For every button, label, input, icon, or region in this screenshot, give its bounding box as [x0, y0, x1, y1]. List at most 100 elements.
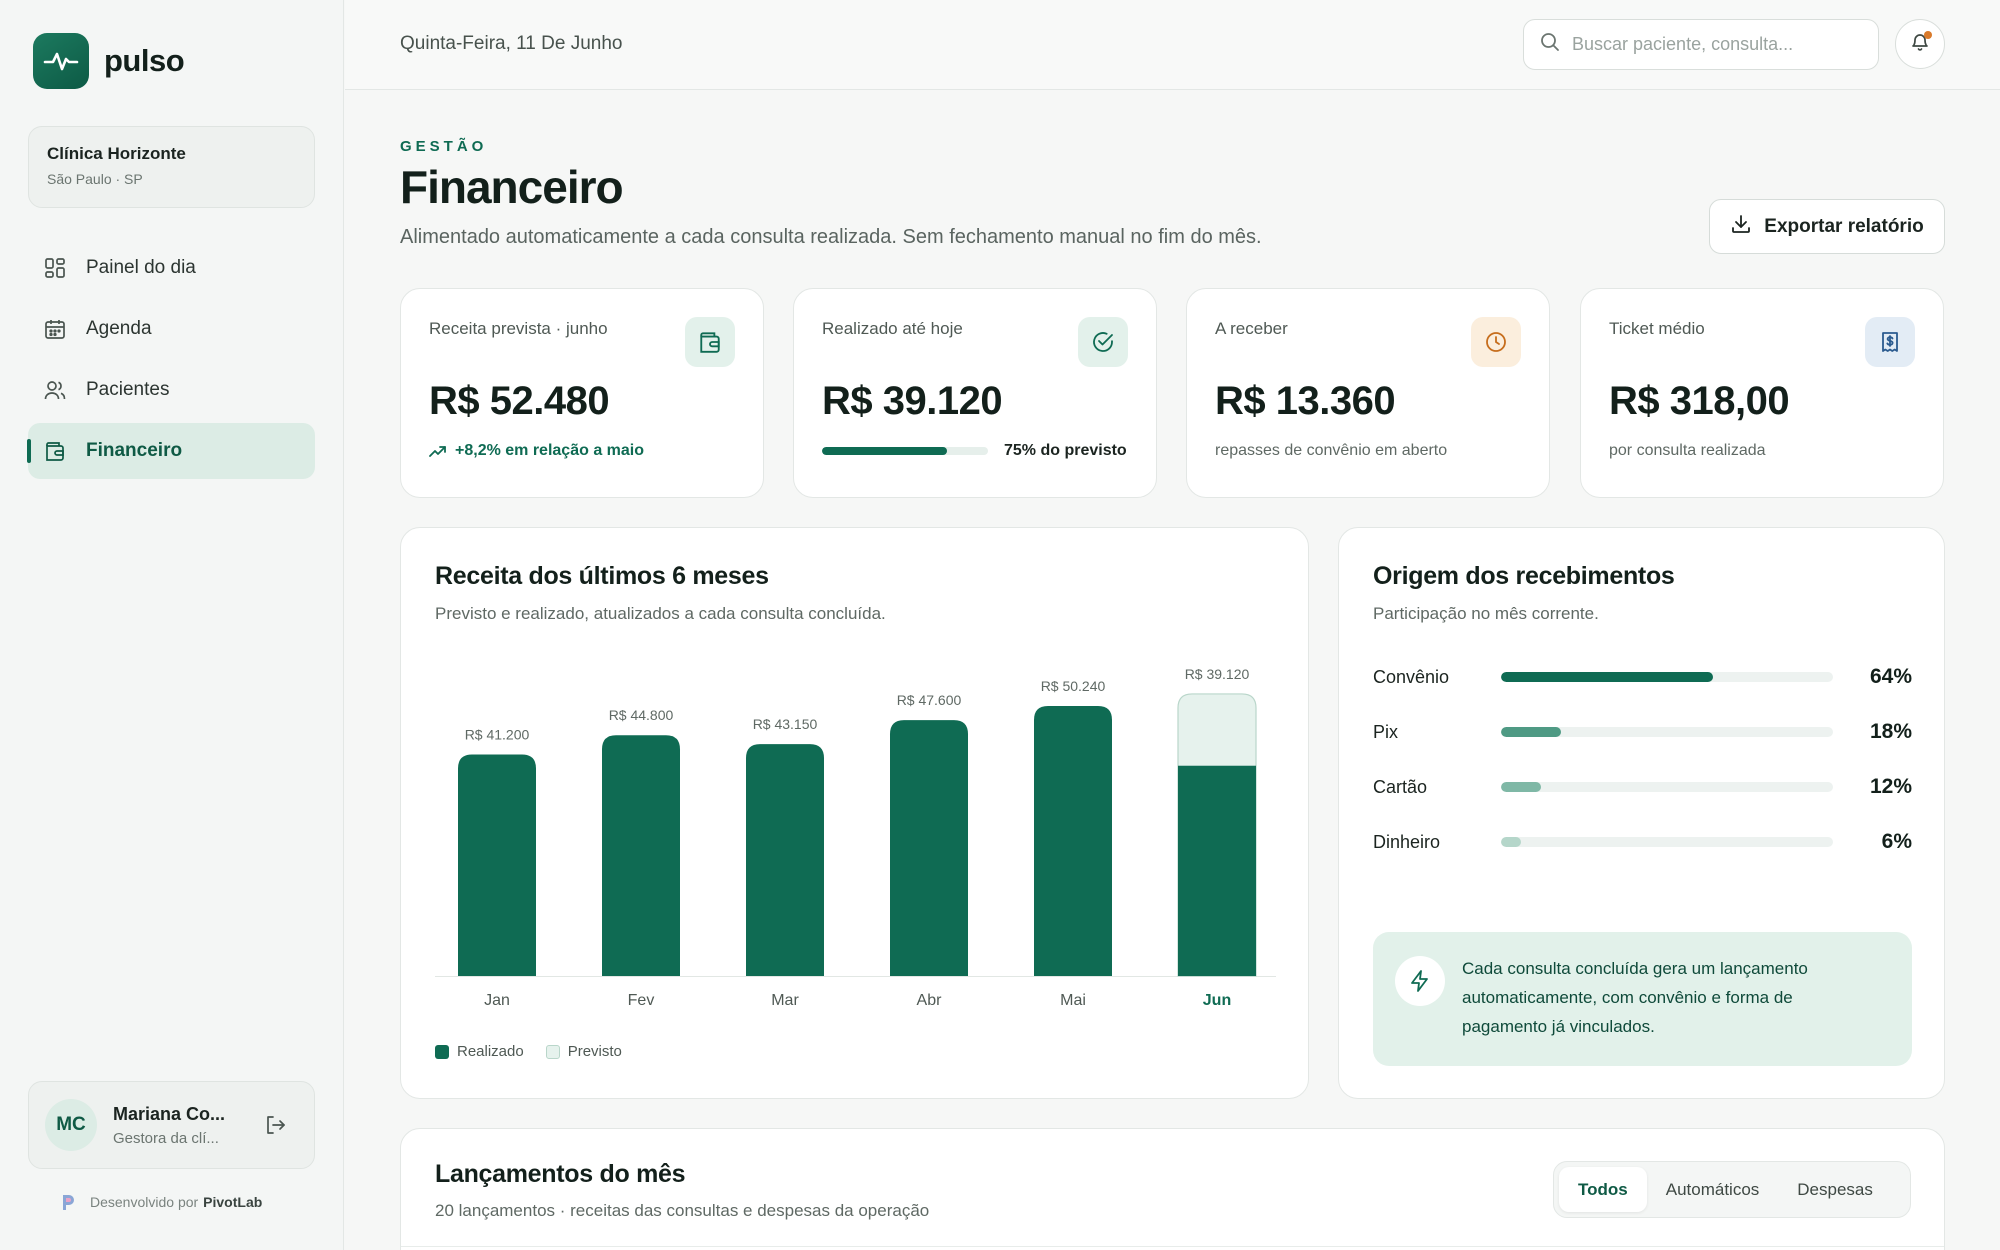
wallet-icon — [44, 440, 66, 462]
sidebar-item-label: Agenda — [86, 318, 152, 339]
topbar: Quinta-Feira, 11 De Junho — [345, 0, 2000, 90]
sidebar-item-agenda[interactable]: Agenda — [28, 301, 315, 357]
bar-value-label: R$ 50.240 — [1041, 678, 1106, 694]
sidebar-item-financeiro[interactable]: Financeiro — [27, 423, 315, 479]
kpi-card-a-receber: A receber R$ 13.360 repasses de convênio… — [1186, 288, 1550, 498]
payment-origin-card: Origem dos recebimentos Participação no … — [1338, 527, 1945, 1099]
entries-title: Lançamentos do mês — [435, 1160, 686, 1188]
origin-title: Origem dos recebimentos — [1373, 562, 1675, 590]
origin-row-convenio: Convênio 64% — [1373, 662, 1912, 692]
filter-automaticos[interactable]: Automáticos — [1647, 1167, 1779, 1212]
origin-bar — [1501, 782, 1833, 792]
user-card[interactable]: MC Mariana Co... Gestora da clí... — [28, 1081, 315, 1169]
info-text: Cada consulta concluída gera um lançamen… — [1462, 959, 1808, 1036]
bar-value-label: R$ 41.200 — [465, 727, 530, 743]
x-tick-label: Abr — [917, 992, 943, 1009]
search-input[interactable] — [1572, 34, 1862, 55]
kpi-progress: 75% do previsto — [822, 442, 1127, 460]
origin-bar-fill — [1501, 837, 1521, 847]
origin-bar — [1501, 727, 1833, 737]
filter-despesas[interactable]: Despesas — [1778, 1167, 1892, 1212]
user-name: Mariana Co... — [113, 1103, 226, 1124]
sidebar-item-painel-do-dia[interactable]: Painel do dia — [28, 240, 315, 296]
x-tick-label: Jan — [484, 992, 510, 1009]
grid-icon — [44, 257, 66, 279]
trending-up-icon — [429, 444, 447, 458]
auto-entry-info: Cada consulta concluída gera um lançamen… — [1373, 932, 1912, 1066]
notification-dot — [1924, 31, 1932, 39]
wallet-icon — [685, 317, 735, 367]
sidebar-item-label: Painel do dia — [86, 257, 196, 278]
origin-bar — [1501, 672, 1833, 682]
export-report-label: Exportar relatório — [1764, 215, 1924, 237]
kpi-card-receita-prevista: Receita prevista · junho R$ 52.480 +8,2%… — [400, 288, 764, 498]
search-box[interactable] — [1523, 19, 1879, 70]
bar-realizado-mai — [1034, 705, 1112, 976]
origin-bar-fill — [1501, 782, 1541, 792]
developer-credit[interactable]: Desenvolvido por PivotLab — [60, 1193, 262, 1211]
clock-icon — [1471, 317, 1521, 367]
clinic-selector[interactable]: Clínica Horizonte São Paulo · SP — [28, 126, 315, 208]
divider — [401, 1246, 1944, 1247]
app-logo[interactable]: pulso — [33, 33, 185, 89]
bar-value-label: R$ 44.800 — [609, 707, 674, 723]
sidebar: pulso Clínica Horizonte São Paulo · SP P… — [0, 0, 344, 1250]
app-name: pulso — [104, 43, 185, 78]
download-icon — [1730, 213, 1752, 241]
legend-label: Realizado — [457, 1043, 524, 1060]
kpi-trend: +8,2% em relação a maio — [429, 442, 644, 460]
origin-pct: 64% — [1869, 665, 1912, 688]
kpi-foot: repasses de convênio em aberto — [1215, 442, 1448, 459]
lightning-icon — [1395, 956, 1445, 1006]
entries-card: Lançamentos do mês 20 lançamentos · rece… — [400, 1128, 1945, 1250]
notifications-button[interactable] — [1895, 19, 1945, 69]
filter-todos[interactable]: Todos — [1559, 1167, 1647, 1212]
bar-value-label: R$ 43.150 — [753, 716, 818, 732]
entries-filter: Todos Automáticos Despesas — [1553, 1161, 1911, 1218]
legend-label: Previsto — [567, 1043, 622, 1060]
origin-row-dinheiro: Dinheiro 6% — [1373, 827, 1912, 857]
kpi-card-ticket-medio: Ticket médio R$ 318,00 por consulta real… — [1580, 288, 1944, 498]
receipt-icon — [1865, 317, 1915, 367]
bar-realizado-fev — [602, 735, 680, 976]
legend-swatch — [435, 1044, 449, 1059]
bar-realizado-abr — [890, 720, 968, 976]
credit-prefix: Desenvolvido por — [90, 1194, 199, 1210]
origin-row-cartao: Cartão 12% — [1373, 772, 1912, 802]
clinic-location: São Paulo · SP — [47, 171, 143, 187]
check-circle-icon — [1078, 317, 1128, 367]
kpi-value: R$ 318,00 — [1609, 379, 1790, 423]
sidebar-nav: Painel do dia Agenda Pacientes Financeir… — [27, 240, 315, 484]
page-title: Financeiro — [400, 161, 624, 213]
kpi-card-realizado: Realizado até hoje R$ 39.120 75% do prev… — [793, 288, 1157, 498]
bar-value-label: R$ 47.600 — [897, 692, 962, 708]
bar-value-label: R$ 39.120 — [1185, 666, 1250, 682]
revenue-bar-chart: R$ 41.200 Jan R$ 44.800 Fev R$ 43.150 Mar R$ 4… — [435, 666, 1276, 1009]
origin-label: Cartão — [1373, 776, 1428, 797]
credit-brand: PivotLab — [203, 1194, 263, 1210]
sidebar-item-label: Financeiro — [86, 440, 183, 461]
export-report-button[interactable]: Exportar relatório — [1709, 199, 1945, 254]
section-eyebrow: GESTÃO — [400, 138, 488, 155]
user-role: Gestora da clí... — [113, 1129, 219, 1147]
pulse-logo-icon — [33, 33, 89, 89]
sidebar-item-pacientes[interactable]: Pacientes — [28, 362, 315, 418]
origin-pct: 12% — [1869, 775, 1912, 798]
kpi-value: R$ 39.120 — [822, 379, 1003, 423]
search-icon — [1540, 32, 1560, 57]
origin-label: Dinheiro — [1373, 831, 1441, 852]
legend-item-realizado: Realizado — [435, 1043, 524, 1060]
x-tick-label: Jun — [1203, 992, 1231, 1009]
users-icon — [44, 379, 66, 401]
x-tick-label: Mai — [1060, 992, 1086, 1009]
clinic-name: Clínica Horizonte — [47, 144, 186, 163]
bar-realizado-mar — [746, 744, 824, 976]
logout-icon[interactable] — [263, 1113, 287, 1137]
origin-row-pix: Pix 18% — [1373, 717, 1912, 747]
avatar: MC — [45, 1099, 97, 1151]
bar-realizado-jun — [1178, 765, 1256, 976]
origin-pct: 18% — [1869, 720, 1912, 743]
sidebar-item-label: Pacientes — [86, 379, 170, 400]
progress-bar — [822, 447, 988, 455]
kpi-value: R$ 13.360 — [1215, 379, 1396, 423]
